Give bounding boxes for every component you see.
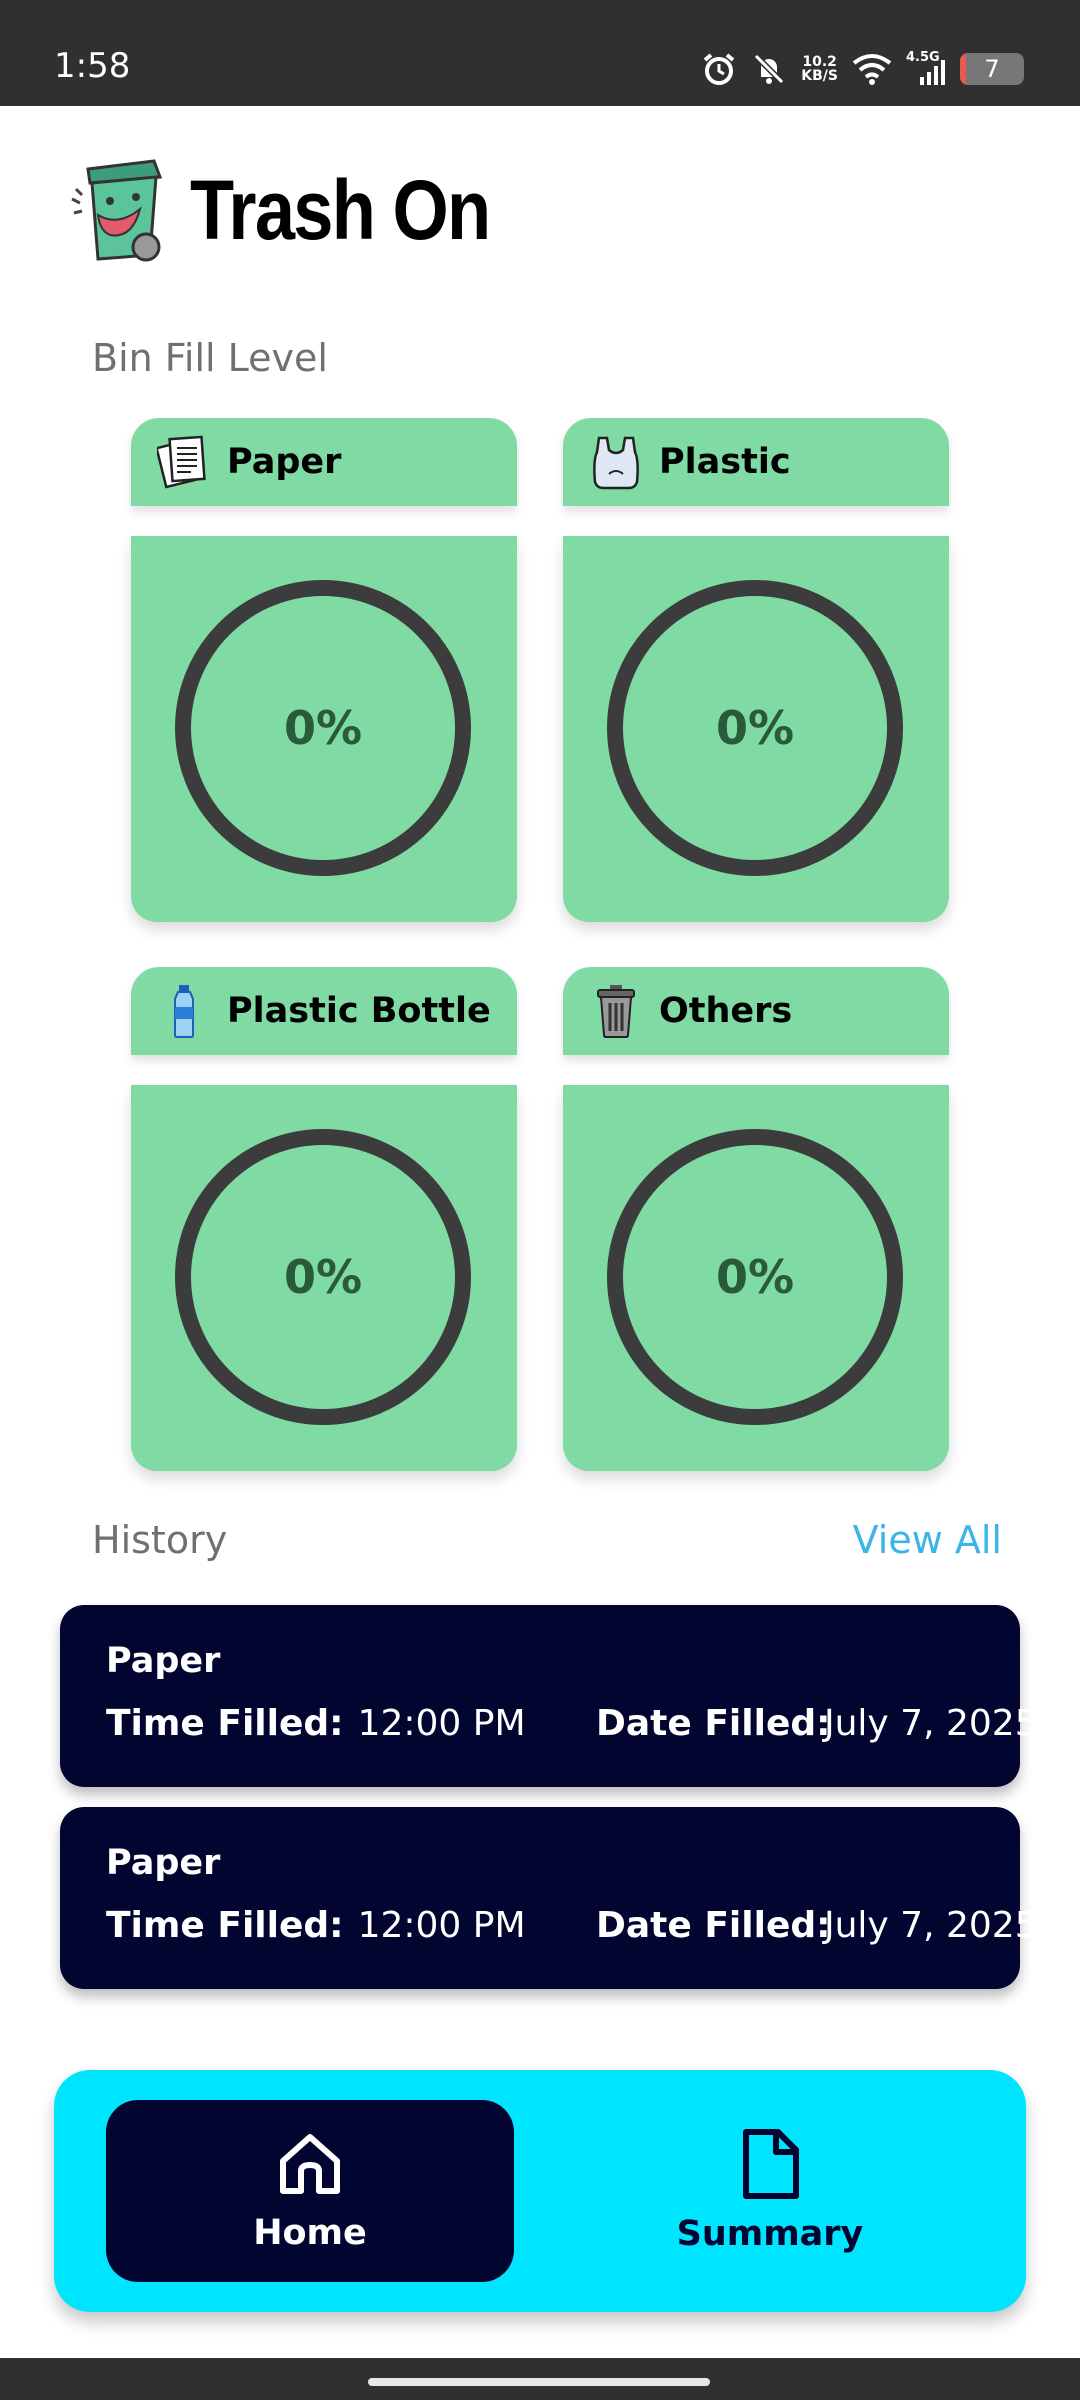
bin-label: Paper — [227, 442, 342, 482]
status-icons: 10.2 KB/S 4.5G 7 — [701, 48, 1024, 90]
time-filled-value: 12:00 PM — [357, 1905, 526, 1946]
bin-card-plastic[interactable]: Plastic 0% — [563, 418, 949, 922]
date-filled-label: Date Filled: — [596, 1905, 831, 1946]
bin-body: 0% — [131, 1085, 517, 1471]
time-filled-label: Time Filled: — [106, 1905, 344, 1946]
time-filled-value: 12:00 PM — [357, 1703, 526, 1744]
fill-ring: 0% — [175, 580, 471, 876]
history-type: Paper — [106, 1843, 221, 1883]
nav-home-button[interactable]: Home — [106, 2100, 514, 2282]
trash-bin-mascot-icon — [71, 159, 163, 262]
bin-label: Others — [659, 991, 793, 1031]
bin-header: Plastic Bottle — [131, 967, 517, 1055]
bin-fill-level-label: Bin Fill Level — [92, 336, 328, 380]
fill-percent: 0% — [715, 701, 795, 755]
mute-icon — [754, 53, 785, 85]
bin-header: Others — [563, 967, 949, 1055]
history-label: History — [92, 1518, 228, 1562]
fill-percent: 0% — [283, 701, 363, 755]
bin-header: Paper — [131, 418, 517, 506]
bin-body: 0% — [563, 1085, 949, 1471]
app-title: Trash On — [190, 162, 491, 257]
history-details: Time Filled: 12:00 PM Date Filled: July 7… — [106, 1905, 1038, 1946]
date-filled-value: July 7, 2025 — [824, 1703, 1038, 1744]
history-item[interactable]: Paper Time Filled: 12:00 PM Date Filled: … — [60, 1807, 1038, 1989]
fill-percent: 0% — [715, 1250, 795, 1304]
bin-header: Plastic — [563, 418, 949, 506]
home-icon — [280, 2134, 340, 2194]
trash-can-icon — [589, 982, 643, 1040]
net-speed-unit: KB/S — [801, 68, 838, 84]
view-all-link[interactable]: View All — [853, 1518, 1002, 1562]
bin-label: Plastic — [659, 442, 791, 482]
fill-ring: 0% — [607, 580, 903, 876]
status-time: 1:58 — [54, 46, 131, 86]
bottom-nav: Home Summary — [54, 2070, 1026, 2312]
date-filled-value: July 7, 2025 — [824, 1905, 1038, 1946]
bin-card-plastic-bottle[interactable]: Plastic Bottle 0% — [131, 967, 517, 1471]
app-header: Trash On — [70, 155, 538, 265]
history-type: Paper — [106, 1641, 221, 1681]
gesture-bar — [0, 2358, 1080, 2400]
plastic-bag-icon — [589, 433, 643, 491]
bin-body: 0% — [131, 536, 517, 922]
bin-card-others[interactable]: Others 0% — [563, 967, 949, 1471]
alarm-icon — [704, 53, 735, 85]
bin-card-paper[interactable]: Paper 0% — [131, 418, 517, 922]
nav-home-label: Home — [253, 2213, 367, 2253]
paper-icon — [157, 433, 211, 491]
home-gesture-handle[interactable] — [368, 2378, 710, 2386]
date-filled-label: Date Filled: — [596, 1703, 831, 1744]
fill-ring: 0% — [607, 1129, 903, 1425]
battery-icon: 7 — [960, 53, 1024, 85]
bin-label: Plastic Bottle — [227, 991, 491, 1031]
net-speed-value: 10.2 — [802, 54, 837, 70]
history-item[interactable]: Paper Time Filled: 12:00 PM Date Filled: … — [60, 1605, 1038, 1787]
nav-summary-label: Summary — [676, 2214, 864, 2254]
signal-icon: 4.5G — [906, 51, 946, 87]
plastic-bottle-icon — [157, 982, 211, 1040]
wifi-icon — [852, 54, 892, 85]
status-bar: 1:58 10.2 KB/S 4.5G 7 — [0, 0, 1080, 106]
history-details: Time Filled: 12:00 PM Date Filled: July 7… — [106, 1703, 1038, 1744]
fill-ring: 0% — [175, 1129, 471, 1425]
nav-summary-button[interactable]: Summary — [566, 2100, 974, 2282]
battery-level: 7 — [984, 55, 1000, 83]
net-speed: 10.2 KB/S — [801, 55, 838, 83]
fill-percent: 0% — [283, 1250, 363, 1304]
time-filled-label: Time Filled: — [106, 1703, 344, 1744]
document-icon — [743, 2129, 799, 2199]
bin-body: 0% — [563, 536, 949, 922]
